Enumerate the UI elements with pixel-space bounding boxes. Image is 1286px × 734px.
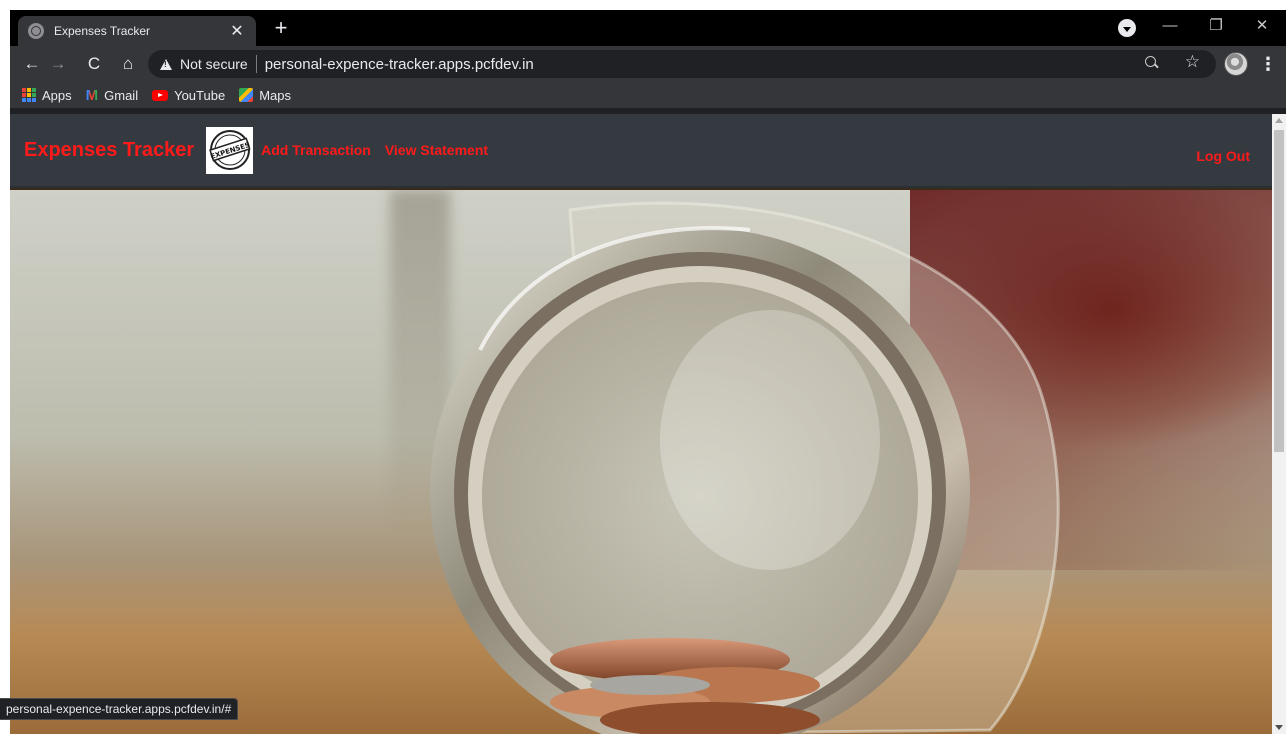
security-label[interactable]: Not secure	[180, 56, 248, 72]
glass-jar-illustration	[430, 201, 1060, 734]
reload-icon[interactable]: C	[80, 50, 108, 78]
profile-avatar[interactable]	[1224, 52, 1248, 76]
screen-top-edge	[0, 0, 1286, 10]
gmail-icon: M	[85, 86, 99, 104]
tab-close-icon[interactable]: ✕	[228, 21, 246, 41]
warning-icon[interactable]	[160, 58, 172, 70]
bookmark-youtube[interactable]: YouTube	[152, 88, 225, 103]
new-tab-button[interactable]: +	[268, 16, 294, 42]
forward-arrow-icon[interactable]: →	[44, 50, 72, 78]
link-status-bubble: personal-expence-tracker.apps.pcfdev.in/…	[0, 698, 239, 720]
expenses-stamp-icon: EXPENSES	[208, 130, 251, 170]
hero-coin-jar-image	[10, 190, 1272, 734]
zoom-icon[interactable]	[1144, 55, 1160, 71]
app-navbar: Expenses Tracker EXPENSES Add Transactio…	[10, 114, 1272, 188]
tab-title: Expenses Tracker	[54, 24, 151, 38]
home-icon[interactable]: ⌂	[114, 50, 142, 78]
bookmark-maps[interactable]: Maps	[239, 88, 291, 103]
bookmark-label: YouTube	[174, 87, 226, 103]
tab-search-icon[interactable]	[1118, 19, 1136, 37]
bookmark-gmail[interactable]: M Gmail	[86, 87, 138, 104]
window-close-button[interactable]: ✕	[1242, 12, 1282, 40]
globe-icon	[28, 23, 44, 39]
browser-toolbar: ← → C ⌂ Not secure personal-expence-trac…	[10, 46, 1286, 82]
log-out-link[interactable]: Log Out	[1196, 148, 1250, 164]
bookmark-label: Maps	[259, 87, 291, 103]
maps-icon	[239, 88, 254, 102]
scroll-up-arrow-icon[interactable]	[1275, 118, 1283, 123]
scroll-down-arrow-icon[interactable]	[1275, 725, 1283, 730]
scroll-thumb[interactable]	[1274, 130, 1284, 452]
bookmark-star-icon[interactable]: ☆	[1185, 52, 1200, 72]
browser-tab[interactable]: Expenses Tracker ✕	[18, 16, 256, 46]
bookmark-label: Gmail	[104, 87, 139, 103]
bookmark-label: Apps	[42, 87, 72, 103]
brand-title[interactable]: Expenses Tracker	[24, 139, 194, 162]
kebab-menu-icon[interactable]: ⋮	[1258, 50, 1278, 78]
page-scrollbar[interactable]	[1272, 114, 1286, 734]
bookmark-apps[interactable]: Apps	[22, 88, 72, 103]
minimize-button[interactable]: —	[1150, 12, 1190, 40]
view-statement-link[interactable]: View Statement	[385, 142, 488, 158]
restore-button[interactable]: ❐	[1196, 12, 1236, 40]
expenses-stamp-logo: EXPENSES	[206, 126, 254, 174]
tab-strip: Expenses Tracker ✕ + — ❐ ✕	[10, 10, 1286, 46]
add-transaction-link[interactable]: Add Transaction	[261, 142, 371, 158]
browser-window: Expenses Tracker ✕ + — ❐ ✕ ← → C ⌂ Not s…	[10, 10, 1286, 734]
youtube-icon	[152, 89, 169, 101]
page-viewport: Expenses Tracker EXPENSES Add Transactio…	[10, 114, 1272, 734]
apps-grid-icon	[22, 88, 36, 102]
address-bar[interactable]: Not secure personal-expence-tracker.apps…	[148, 50, 1216, 78]
url-text[interactable]: personal-expence-tracker.apps.pcfdev.in	[265, 56, 534, 73]
bookmarks-bar: Apps M Gmail YouTube Maps	[10, 82, 1286, 108]
back-arrow-icon[interactable]: ←	[18, 50, 46, 78]
address-separator	[255, 55, 257, 73]
